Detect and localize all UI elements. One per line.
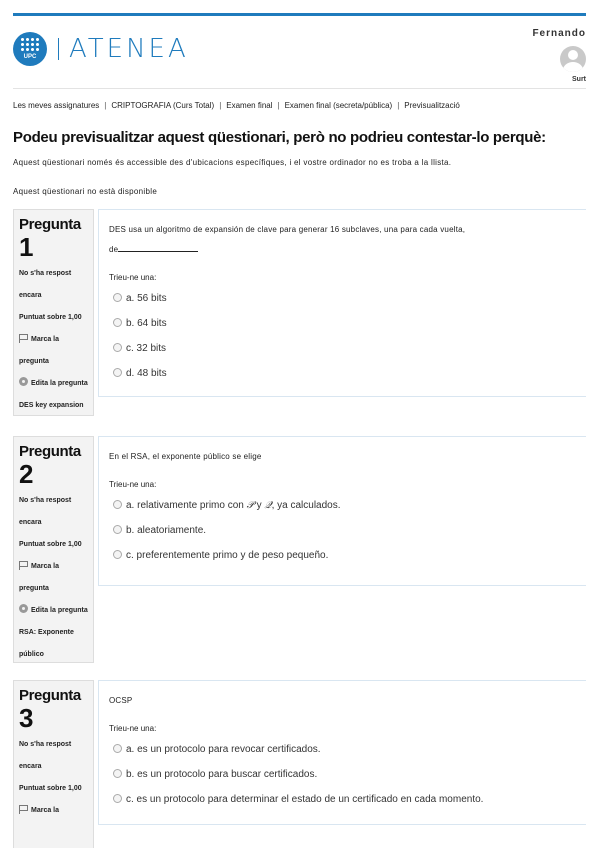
gear-icon: [19, 604, 28, 614]
logo-separator: [58, 38, 59, 60]
answer-option[interactable]: a. 56 bits: [113, 286, 576, 311]
answer-option[interactable]: a. es un protocolo para revocar certific…: [113, 737, 576, 762]
breadcrumb-item[interactable]: CRIPTOGRAFIA (Curs Total): [111, 101, 214, 110]
flag-question-link[interactable]: Marca la pregunta: [19, 556, 88, 600]
breadcrumb-item[interactable]: Examen final: [226, 101, 272, 110]
flag-icon: [19, 561, 28, 571]
edit-question-link[interactable]: Edita la pregunta RSA: Exponente público: [19, 600, 88, 666]
question-number: Pregunta 2: [19, 443, 81, 490]
question-text: En el RSA, el exponente público se elige: [109, 452, 262, 461]
gear-icon: [19, 377, 28, 387]
header-divider: [13, 88, 586, 89]
radio-button[interactable]: [113, 500, 122, 509]
question-state: No s'ha respost encara: [19, 741, 72, 771]
answer-blank: [118, 244, 199, 252]
radio-button[interactable]: [113, 525, 122, 534]
edit-question-link[interactable]: Edita la pregunta DES key expansion: [19, 373, 88, 417]
radio-button[interactable]: [113, 744, 122, 753]
restriction-reason: Aquest qüestionari només és accessible d…: [13, 158, 452, 167]
page-title: Podeu previsualitzar aquest qüestionari,…: [13, 129, 546, 146]
question-info-1: Pregunta 1 No s'ha respost encara Puntua…: [13, 209, 94, 416]
user-name[interactable]: Fernando: [532, 28, 586, 39]
question-info-2: Pregunta 2 No s'ha respost encara Puntuat…: [13, 436, 94, 663]
question-state: No s'ha respost encara: [19, 497, 72, 527]
question-state: No s'ha respost encara: [19, 270, 72, 300]
question-info-3: Pregunta 3 No s'ha respost encara Puntuat…: [13, 680, 94, 848]
question-content-1: DES usa un algoritmo de expansión de cla…: [98, 209, 586, 397]
question-text: DES usa un algoritmo de expansión de cla…: [109, 225, 466, 254]
question-content-2: En el RSA, el exponente público se elige…: [98, 436, 586, 586]
question-points: Puntuat sobre 1,00: [19, 785, 82, 793]
flag-icon: [19, 334, 28, 344]
radio-button[interactable]: [113, 343, 122, 352]
question-text: OCSP: [109, 696, 133, 705]
brand-name: ATENEA: [69, 34, 189, 64]
logout-link[interactable]: Surt: [572, 76, 586, 83]
choice-prompt: Trieu-ne una:: [109, 273, 157, 282]
answer-option[interactable]: c. es un protocolo para determinar el es…: [113, 787, 576, 812]
flag-question-link[interactable]: Marca la pregunta: [19, 329, 88, 373]
answer-option[interactable]: b. 64 bits: [113, 311, 576, 336]
breadcrumb: Les meves assignatures | CRIPTOGRAFIA (Cur…: [13, 101, 460, 110]
radio-button[interactable]: [113, 769, 122, 778]
question-content-3: OCSP Trieu-ne una: a. es un protocolo pa…: [98, 680, 586, 825]
answer-option[interactable]: c. preferentemente primo y de peso peque…: [113, 543, 576, 568]
flag-question-link[interactable]: Marca la: [19, 800, 88, 822]
availability-status: Aquest qüestionari no està disponible: [13, 187, 158, 196]
answer-option[interactable]: c. 32 bits: [113, 336, 576, 361]
radio-button[interactable]: [113, 293, 122, 302]
answer-option[interactable]: a. relativamente primo con 𝒫 y 𝒬, ya cal…: [113, 493, 576, 518]
radio-button[interactable]: [113, 368, 122, 377]
question-points: Puntuat sobre 1,00: [19, 541, 82, 549]
question-points: Puntuat sobre 1,00: [19, 314, 82, 322]
choice-prompt: Trieu-ne una:: [109, 480, 157, 489]
answer-option[interactable]: d. 48 bits: [113, 361, 576, 386]
question-number: Pregunta 3: [19, 687, 81, 734]
question-number: Pregunta 1: [19, 216, 81, 263]
flag-icon: [19, 805, 28, 815]
radio-button[interactable]: [113, 550, 122, 559]
upc-logo-icon: UPC: [13, 32, 47, 66]
breadcrumb-item[interactable]: Les meves assignatures: [13, 101, 99, 110]
site-header: UPC ATENEA Fernando Surt: [13, 28, 586, 88]
breadcrumb-item[interactable]: Examen final (secreta/pública): [285, 101, 393, 110]
answer-option[interactable]: b. aleatoriamente.: [113, 518, 576, 543]
answer-option[interactable]: b. es un protocolo para buscar certifica…: [113, 762, 576, 787]
user-avatar-icon[interactable]: [560, 46, 586, 72]
radio-button[interactable]: [113, 318, 122, 327]
breadcrumb-item: Previsualització: [404, 101, 460, 110]
radio-button[interactable]: [113, 794, 122, 803]
top-accent-bar: [13, 13, 586, 16]
logo[interactable]: UPC ATENEA: [13, 32, 189, 66]
choice-prompt: Trieu-ne una:: [109, 724, 157, 733]
